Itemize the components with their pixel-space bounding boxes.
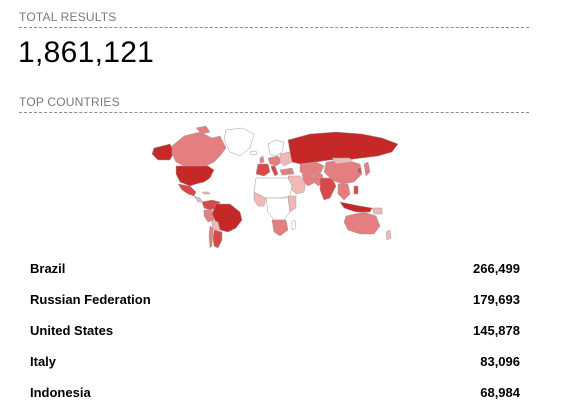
map-region-argentina — [212, 229, 223, 249]
map-region-papua — [371, 207, 383, 215]
map-region-philippines — [353, 185, 359, 195]
total-results-divider — [19, 27, 529, 28]
country-name: Italy — [30, 354, 57, 369]
country-row[interactable]: United States 145,878 — [30, 315, 520, 346]
map-region-turkey — [279, 167, 295, 176]
country-name: Russian Federation — [30, 292, 151, 307]
country-row[interactable]: Russian Federation 179,693 — [30, 284, 520, 315]
map-region-united-states — [175, 165, 215, 187]
country-name: Brazil — [30, 261, 66, 276]
map-region-central-africa — [265, 197, 291, 221]
total-results-value: 1,861,121 — [18, 36, 155, 69]
country-name: Indonesia — [30, 385, 91, 400]
country-count: 68,984 — [480, 385, 520, 400]
country-count: 83,096 — [480, 354, 520, 369]
country-row[interactable]: Indonesia 68,984 — [30, 377, 520, 408]
top-countries-label: TOP COUNTRIES — [19, 95, 120, 109]
country-row[interactable]: Italy 83,096 — [30, 346, 520, 377]
map-region-chile — [208, 225, 214, 249]
map-region-canada — [171, 131, 227, 169]
country-name: United States — [30, 323, 114, 338]
country-count: 145,878 — [473, 323, 520, 338]
map-region-indonesia — [339, 201, 373, 213]
results-panel: TOTAL RESULTS 1,861,121 TOP COUNTRIES Br… — [0, 0, 566, 409]
map-region-southern-africa — [271, 219, 289, 237]
map-region-alaska — [151, 143, 175, 161]
top-countries-divider — [19, 112, 529, 113]
world-choropleth-map[interactable] — [150, 122, 400, 250]
country-row[interactable]: Brazil 266,499 — [30, 253, 520, 284]
total-results-label: TOTAL RESULTS — [19, 10, 117, 24]
map-region-new-zealand — [385, 229, 392, 241]
country-count: 266,499 — [473, 261, 520, 276]
map-region-uk — [259, 155, 265, 164]
map-region-central-america — [193, 195, 203, 203]
country-count: 179,693 — [473, 292, 520, 307]
top-countries-table: Brazil 266,499 Russian Federation 179,69… — [30, 253, 520, 408]
map-region-greenland — [223, 127, 255, 157]
map-region-korea — [357, 167, 362, 174]
map-region-mexico — [177, 183, 197, 197]
map-region-madagascar — [291, 219, 297, 231]
map-region-italy — [270, 165, 279, 177]
map-region-caribbean — [201, 191, 211, 195]
map-region-france-spain — [255, 163, 271, 177]
map-region-australia — [343, 211, 381, 235]
map-region-iceland — [249, 150, 258, 156]
map-region-southeast-asia — [337, 183, 351, 201]
map-region-india — [319, 177, 337, 201]
map-region-japan — [363, 161, 371, 177]
